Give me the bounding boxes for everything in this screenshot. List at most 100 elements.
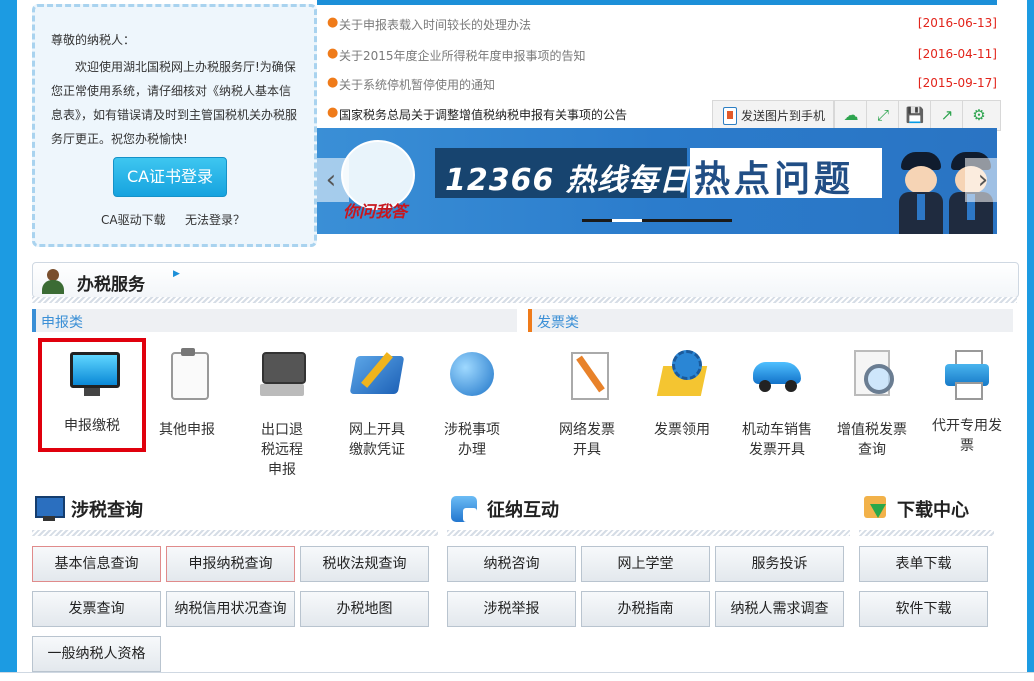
send-to-phone-button[interactable]: 发送图片到手机 xyxy=(713,101,834,130)
category-filing-label: 申报类 xyxy=(41,315,83,331)
globe-icon xyxy=(446,348,498,400)
news-item[interactable]: ● 关于2015年度企业所得税年度申报事项的告知 [2016-04-11] xyxy=(327,43,997,63)
service-item-label: 出口退税远程申报 xyxy=(261,422,303,478)
category-invoice-bar: 发票类 xyxy=(528,309,1013,332)
basic-info-query-button[interactable]: 基本信息查询 xyxy=(32,546,161,582)
computer-icon xyxy=(256,348,308,400)
gear-box-icon xyxy=(656,348,708,400)
service-item-label: 发票领用 xyxy=(654,422,710,438)
tax-guide-button[interactable]: 办税指南 xyxy=(581,591,710,627)
credit-status-query-button[interactable]: 纳税信用状况查询 xyxy=(166,591,295,627)
main-page: 尊敬的纳税人： 欢迎使用湖北国税网上办税服务厅!为确保您正常使用系统，请仔细核对… xyxy=(17,0,1027,676)
service-item-other-filing[interactable]: 其他申报 xyxy=(137,342,237,462)
share-icon[interactable]: ↗ xyxy=(930,101,963,130)
software-download-button[interactable]: 软件下载 xyxy=(859,591,988,627)
form-download-button[interactable]: 表单下载 xyxy=(859,546,988,582)
service-item-vehicle-invoice[interactable]: 机动车销售发票开具 xyxy=(727,342,827,462)
service-item-file-and-pay[interactable]: 申报缴税 xyxy=(38,338,146,452)
expand-icon[interactable]: ⤢ xyxy=(866,101,899,130)
tax-service-title: 办税服务 xyxy=(77,275,145,295)
category-filing-bar: 申报类 xyxy=(32,309,517,332)
send-to-phone-label: 发送图片到手机 xyxy=(741,109,826,123)
service-item-vat-invoice-query[interactable]: 增值税发票查询 xyxy=(822,342,922,462)
taxpayer-survey-button[interactable]: 纳税人需求调查 xyxy=(715,591,844,627)
save-icon[interactable]: 💾 xyxy=(898,101,931,130)
printer-icon xyxy=(941,348,993,400)
banner-prev-arrow-icon[interactable]: ‹ xyxy=(317,158,349,202)
share-toolbar: 发送图片到手机 ☁ ⤢ 💾 ↗ ⚙ xyxy=(712,100,1001,131)
divider-stripe xyxy=(32,297,1017,303)
tax-service-header: 办税服务 ▶ xyxy=(32,262,1019,298)
service-item-tax-affairs[interactable]: 涉税事项办理 xyxy=(422,342,522,462)
service-item-label: 增值税发票查询 xyxy=(837,422,907,458)
monitor-icon xyxy=(66,346,120,398)
divider-stripe xyxy=(859,530,994,536)
divider-stripe xyxy=(32,530,438,536)
bullet-icon: ● xyxy=(327,15,339,30)
interaction-title: 征纳互动 xyxy=(487,500,559,521)
tax-consult-button[interactable]: 纳税咨询 xyxy=(447,546,576,582)
service-item-special-invoice[interactable]: 代开专用发票 xyxy=(917,342,1017,462)
bullet-icon: ● xyxy=(327,75,339,90)
news-top-border xyxy=(317,0,997,5)
cloud-icon[interactable]: ☁ xyxy=(834,101,867,130)
service-item-invoice-collect[interactable]: 发票领用 xyxy=(632,342,732,462)
news-title[interactable]: 国家税务总局关于调整增值税纳税申报有关事项的公告 xyxy=(339,106,627,123)
service-item-label: 其他申报 xyxy=(159,422,215,438)
ca-driver-download-link[interactable]: CA驱动下载 xyxy=(101,211,166,228)
news-item[interactable]: ● 关于申报表载入时间较长的处理办法 [2016-06-13] xyxy=(327,12,997,32)
service-item-export-refund[interactable]: 出口退税远程申报 xyxy=(232,342,332,478)
news-date: [2016-04-11] xyxy=(917,47,997,61)
service-item-label: 涉税事项办理 xyxy=(444,422,500,458)
general-taxpayer-qualification-button[interactable]: 一般纳税人资格 xyxy=(32,636,161,672)
news-title[interactable]: 关于申报表载入时间较长的处理办法 xyxy=(339,16,531,33)
document-icon xyxy=(561,348,613,400)
download-icon xyxy=(860,494,890,522)
divider-stripe xyxy=(447,530,850,536)
download-center-title: 下载中心 xyxy=(897,500,969,521)
bullet-icon: ● xyxy=(327,105,339,120)
filing-payment-query-button[interactable]: 申报纳税查询 xyxy=(166,546,295,582)
ca-login-button[interactable]: CA证书登录 xyxy=(113,157,227,197)
news-date: [2016-06-13] xyxy=(917,16,997,30)
service-item-label: 申报缴税 xyxy=(64,418,120,434)
tax-map-button[interactable]: 办税地图 xyxy=(300,591,429,627)
hotline-banner[interactable]: 你问我答 12366 热线每日 热点问题 ‹ › xyxy=(317,128,997,234)
welcome-panel: 尊敬的纳税人： 欢迎使用湖北国税网上办税服务厅!为确保您正常使用系统，请仔细核对… xyxy=(32,4,317,247)
clipboard-icon xyxy=(161,348,213,400)
banner-hotline-text: 12366 热线每日 xyxy=(445,163,690,198)
banner-pager[interactable] xyxy=(582,219,732,222)
service-item-label: 代开专用发票 xyxy=(932,418,1002,454)
category-invoice-label: 发票类 xyxy=(537,315,579,331)
bullet-icon: ● xyxy=(327,46,339,61)
news-title[interactable]: 关于系统停机暂停使用的通知 xyxy=(339,76,495,93)
settings-icon[interactable]: ⚙ xyxy=(962,101,995,130)
invoice-query-button[interactable]: 发票查询 xyxy=(32,591,161,627)
tax-query-title: 涉税查询 xyxy=(71,500,143,521)
tax-officer-icon xyxy=(39,267,69,295)
folder-icon xyxy=(349,348,405,400)
service-item-payment-voucher[interactable]: 网上开具缴款凭证 xyxy=(327,342,427,462)
police-officer-icon xyxy=(897,152,945,234)
welcome-greeting: 尊敬的纳税人： xyxy=(51,33,136,47)
car-icon xyxy=(751,348,803,400)
magnifier-icon xyxy=(846,348,898,400)
tax-law-query-button[interactable]: 税收法规查询 xyxy=(300,546,429,582)
news-item[interactable]: ● 国家税务总局关于调整增值税纳税申报有关事项的公告 xyxy=(327,102,707,122)
banner-next-arrow-icon[interactable]: › xyxy=(965,158,997,202)
phone-icon xyxy=(723,107,737,125)
service-item-label: 网络发票开具 xyxy=(559,422,615,458)
news-title[interactable]: 关于2015年度企业所得税年度申报事项的告知 xyxy=(339,47,586,64)
online-school-button[interactable]: 网上学堂 xyxy=(581,546,710,582)
service-item-label: 机动车销售发票开具 xyxy=(742,422,812,458)
cannot-login-link[interactable]: 无法登录？ xyxy=(185,211,245,228)
banner-logo-text: 你问我答 xyxy=(343,202,408,221)
news-date: [2015-09-17] xyxy=(917,76,997,90)
welcome-body: 欢迎使用湖北国税网上办税服务厅!为确保您正常使用系统，请仔细核对《纳税人基本信息… xyxy=(51,60,298,146)
triangle-icon: ▶ xyxy=(173,269,180,279)
service-complaint-button[interactable]: 服务投诉 xyxy=(715,546,844,582)
tax-report-button[interactable]: 涉税举报 xyxy=(447,591,576,627)
service-item-online-invoice[interactable]: 网络发票开具 xyxy=(537,342,637,462)
query-monitor-icon xyxy=(33,494,65,522)
news-item[interactable]: ● 关于系统停机暂停使用的通知 [2015-09-17] xyxy=(327,72,997,92)
